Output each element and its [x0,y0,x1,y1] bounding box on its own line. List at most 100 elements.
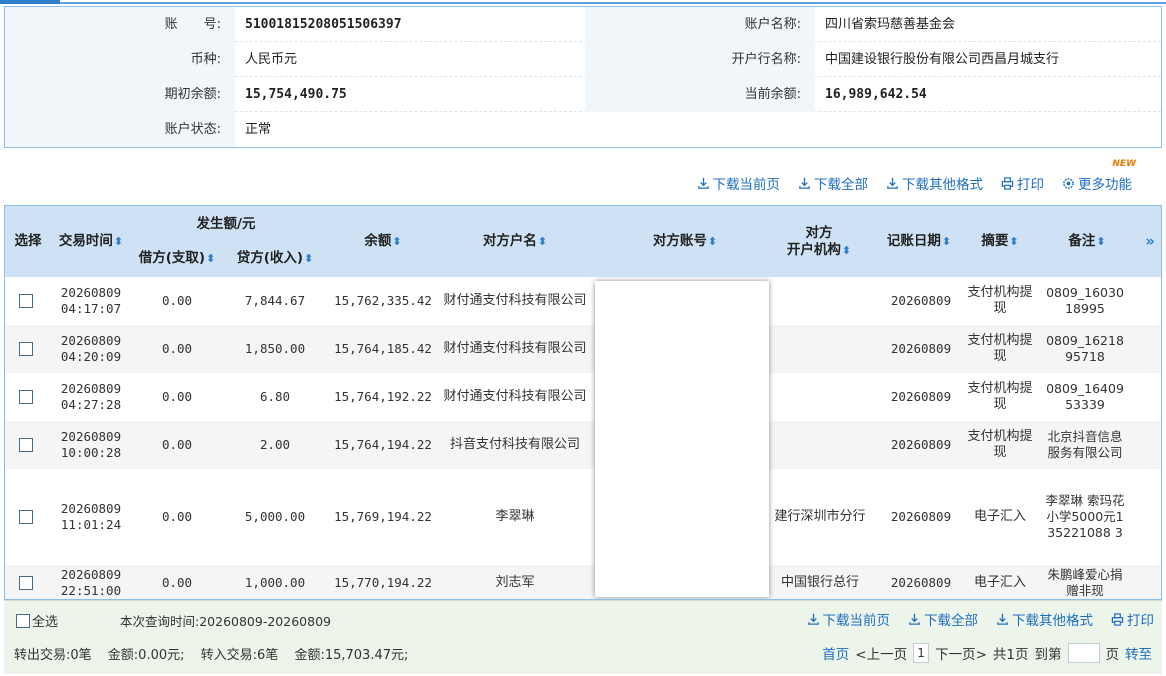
new-badge: NEW [1112,159,1136,169]
download-icon [697,177,709,189]
table-row[interactable]: 20260809 04:17:07 0.00 7,844.67 15,762,335.4… [5,277,1161,325]
col-counterparty-name[interactable]: 对方户名⬍ [445,233,585,250]
col-balance[interactable]: 余额⬍ [333,233,433,250]
download-current-page-button[interactable]: 下载当前页 [807,609,890,629]
printer-icon [1111,612,1124,626]
col-post-date[interactable]: 记账日期⬍ [877,233,961,250]
account-info-panel: 账 号: 51001815208051506397 账户名称: 四川省索玛慈善基… [4,6,1162,148]
col-select: 选择 [14,233,42,249]
col-summary[interactable]: 摘要⬍ [969,233,1031,250]
current-balance-label: 当前余额: [585,77,815,112]
row-remark: 0809_1621895718 [1046,333,1124,364]
row-credit: 6.80 [259,389,291,404]
col-post-date-label: 记账日期 [886,233,941,249]
table-row[interactable]: 20260809 04:27:28 0.00 6.80 15,764,192.22 财付通… [5,373,1161,421]
row-summary: 支付机构提现 [967,333,1033,364]
table-row[interactable]: 20260809 11:01:24 0.00 5,000.00 15,769,194.2… [5,469,1161,565]
row-clock: 04:27:28 [60,397,122,412]
sort-icon: ⬍ [113,235,124,248]
download-all-label: 下载全部 [924,613,978,629]
row-date: 20260809 [60,381,122,396]
download-current-page-button[interactable]: 下载当前页 [697,173,781,193]
col-credit[interactable]: 贷方(收入)⬍ [227,250,323,267]
row-debit: 0.00 [161,575,193,590]
col-time[interactable]: 交易时间⬍ [49,233,133,250]
row-counterparty-bank [769,277,871,325]
col-debit[interactable]: 借方(支取)⬍ [129,250,225,267]
more-functions-button[interactable]: NEW 更多功能 [1062,159,1136,193]
expand-columns-icon[interactable]: » [1145,232,1155,250]
goto-label: 到第 [1034,647,1062,663]
col-counterparty-account[interactable]: 对方账号⬍ [615,233,755,250]
row-summary: 支付机构提现 [967,429,1033,460]
download-all-button[interactable]: 下载全部 [798,173,868,193]
prev-page-link[interactable]: <上一页 [855,643,907,663]
col-counterparty-bank[interactable]: 对方 开户机构⬍ [769,225,869,259]
table-row[interactable]: 20260809 22:51:00 0.00 1,000.00 15,770,194.2… [5,565,1161,599]
row-clock: 04:20:09 [60,349,122,364]
row-checkbox[interactable] [19,390,33,404]
col-debit-label: 借方(支取) [138,250,206,266]
print-button[interactable]: 打印 [1111,609,1154,629]
goto-button[interactable]: 转至 [1125,643,1152,663]
currency: 人民币元 [245,52,298,67]
row-balance: 15,762,335.42 [334,293,432,308]
row-date: 20260809 [60,429,122,444]
row-checkbox[interactable] [19,576,33,590]
current-page[interactable]: 1 [913,643,930,663]
row-remark: 0809_1603018995 [1046,285,1124,316]
opening-balance: 15,754,490.75 [245,87,347,102]
row-post-date: 20260809 [890,509,952,524]
download-icon [997,613,1008,625]
row-date: 20260809 [60,333,122,348]
goto-page-input[interactable] [1067,643,1100,663]
select-all[interactable]: 全选 [16,611,58,630]
download-current-label: 下载当前页 [712,177,781,193]
row-summary: 电子汇入 [973,575,1026,590]
row-select-cell [5,277,47,325]
download-all-button[interactable]: 下载全部 [908,609,978,629]
row-balance: 15,764,185.42 [334,341,432,356]
row-remark: 北京抖音信息服务有限公司 [1047,429,1123,460]
table-footer: 全选 本次查询时间:20260809-20260809 下载当前页 下载全部 下… [4,600,1162,674]
page-unit-label: 页 [1105,647,1120,663]
more-functions-label: 更多功能 [1078,177,1132,193]
row-select-cell [5,325,47,373]
select-all-checkbox[interactable] [16,613,30,628]
print-label: 打印 [1017,177,1044,193]
col-credit-label: 贷方(收入) [236,250,304,266]
first-page-link[interactable]: 首页 [822,643,849,663]
next-page-link[interactable]: 下一页> [935,643,987,663]
select-all-label: 全选 [32,615,59,630]
col-summary-label: 摘要 [981,233,1009,249]
row-checkbox[interactable] [19,342,33,356]
sort-icon: ⬍ [206,252,216,265]
account-name: 四川省索玛慈善基金会 [825,17,956,32]
transaction-summary: 转出交易:0笔 金额:0.00元; 转入交易:6笔 金额:15,703.47元; [14,644,420,663]
table-row[interactable]: 20260809 10:00:28 0.00 2.00 15,764,194.22 抖音支… [5,421,1161,469]
row-counterparty-bank: 建行深圳市分行 [774,509,866,524]
row-date: 20260809 [60,567,122,582]
row-checkbox[interactable] [19,438,33,452]
table-row[interactable]: 20260809 04:20:09 0.00 1,850.00 15,764,185.4… [5,325,1161,373]
row-debit: 0.00 [161,437,193,452]
row-checkbox[interactable] [19,510,33,524]
download-other-format-button[interactable]: 下载其他格式 [886,173,983,193]
row-summary: 支付机构提现 [967,285,1033,316]
row-post-date: 20260809 [890,575,952,590]
row-remark: 0809_1640953339 [1046,381,1124,412]
download-other-format-button[interactable]: 下载其他格式 [996,609,1093,629]
download-icon [799,177,810,189]
sort-icon: ⬍ [941,235,952,248]
row-counterparty-name: 财付通支付科技有限公司 [443,293,587,308]
out-amount: 金额:0.00元; [107,648,185,663]
account-no-label: 账 号: [5,7,235,42]
print-button[interactable]: 打印 [1001,173,1044,193]
sort-icon: ⬍ [1009,235,1019,248]
row-counterparty-name: 财付通支付科技有限公司 [443,389,587,404]
row-post-date: 20260809 [890,437,952,452]
col-remark[interactable]: 备注⬍ [1057,233,1117,250]
row-checkbox[interactable] [19,294,33,308]
row-counterparty-name: 刘志军 [495,575,535,590]
row-time: 20260809 22:51:00 [49,565,133,599]
